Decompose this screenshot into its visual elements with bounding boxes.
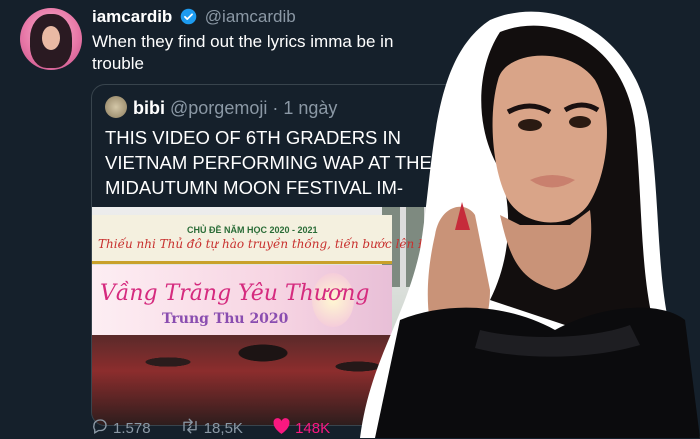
avatar-face [42, 26, 60, 50]
banner-topic: CHỦ ĐỀ NĂM HỌC 2020 - 2021 [187, 225, 318, 235]
retweet-icon [180, 417, 204, 439]
like-count: 148K [295, 419, 331, 437]
celebrity-cutout-photo [360, 11, 700, 438]
banner-subtitle: Trung Thu 2020 [162, 311, 289, 327]
reply-icon [91, 417, 113, 439]
banner-title: Vầng Trăng Yêu Thương [100, 281, 370, 306]
author-avatar[interactable] [20, 8, 82, 70]
quoted-author-name[interactable]: bibi [133, 98, 165, 118]
quoted-author-avatar[interactable] [105, 96, 127, 118]
retweet-count: 18,5K [203, 419, 243, 437]
like-button[interactable]: 148K [272, 417, 330, 439]
reply-count: 1.578 [113, 419, 151, 437]
quoted-tweet-time: · 1 ngày [272, 98, 338, 118]
tweet-header: iamcardib @iamcardib [92, 7, 296, 30]
quoted-tweet-header: bibi @porgemoji · 1 ngày [105, 96, 337, 119]
author-handle[interactable]: @iamcardib [205, 7, 296, 26]
tweet-actions: 1.578 18,5K 148K [91, 417, 355, 439]
author-name[interactable]: iamcardib [92, 7, 172, 26]
reply-button[interactable]: 1.578 [91, 417, 151, 439]
quoted-author-handle[interactable]: @porgemoji [170, 98, 267, 118]
verified-badge-icon [180, 8, 197, 30]
retweet-button[interactable]: 18,5K [180, 417, 243, 439]
heart-icon [272, 417, 295, 439]
